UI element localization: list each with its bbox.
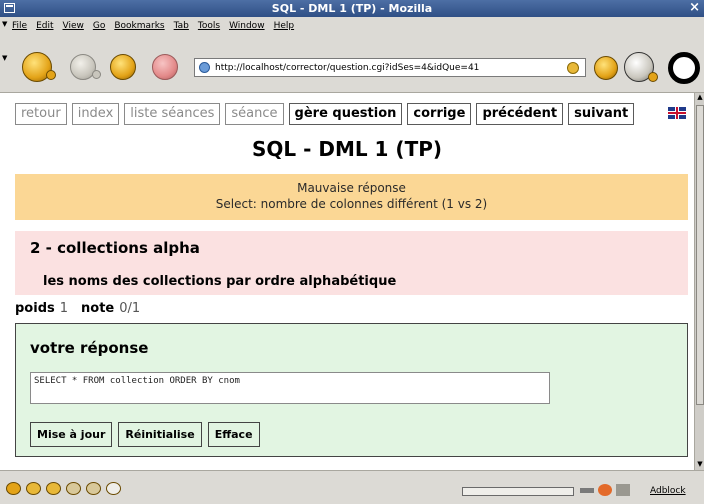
connection-icon [580,488,594,493]
answer-title: votre réponse [30,339,149,357]
nav-index-link[interactable]: index [71,103,120,125]
grade-label: note [81,301,115,316]
javascript-console-icon[interactable] [106,482,121,495]
reset-button[interactable]: Réinitialise [118,422,202,447]
menu-bar: ▼ File Edit View Go Bookmarks Tab Tools … [0,17,704,35]
menu-edit[interactable]: Edit [36,21,53,31]
page-nav: retour index liste séances séance gère q… [15,103,635,125]
cookie-icon[interactable] [598,484,612,496]
search-icon[interactable] [594,56,618,80]
forward-dropdown-icon[interactable] [92,70,101,79]
composer-icon[interactable] [46,482,61,495]
navigator-icon[interactable] [6,482,21,495]
scroll-down-icon[interactable]: ▼ [696,460,704,470]
window-title: SQL - DML 1 (TP) - Mozilla [271,2,433,15]
print-dropdown-icon[interactable] [648,72,658,82]
address-book-icon[interactable] [86,482,101,495]
chat-icon[interactable] [66,482,81,495]
progress-bar [462,487,574,496]
menubar-grip-icon: ▼ [2,20,8,28]
menu-tools[interactable]: Tools [198,21,220,31]
menu-help[interactable]: Help [274,21,295,31]
security-lock-icon[interactable] [616,484,630,496]
adblock-link[interactable]: Adblock [650,486,686,496]
nav-retour-link[interactable]: retour [15,103,67,125]
answer-box: votre réponse SELECT * FROM collection O… [15,323,688,457]
back-dropdown-icon[interactable] [46,70,56,80]
clear-button[interactable]: Efface [207,422,260,447]
grade-value: 0/1 [119,301,141,316]
page-content: retour index liste séances séance gère q… [0,93,694,470]
stop-icon[interactable] [152,54,178,80]
score-line: poids 1 note 0/1 [15,301,148,316]
weight-label: poids [15,301,55,316]
page-title: SQL - DML 1 (TP) [251,137,443,161]
site-icon [199,62,210,73]
url-bar[interactable]: http://localhost/corrector/question.cgi?… [194,58,586,77]
sql-answer-input[interactable]: SELECT * FROM collection ORDER BY cnom [30,372,550,404]
question-title: 2 - collections alpha [30,239,200,257]
scroll-up-icon[interactable]: ▲ [696,93,704,103]
window-close-button[interactable]: × [689,0,700,15]
url-text[interactable]: http://localhost/corrector/question.cgi?… [215,63,479,73]
menu-tab[interactable]: Tab [174,21,189,31]
toolbar-grip-icon: ▼ [2,54,8,62]
status-bar: Adblock [0,470,704,504]
nav-corrige-link[interactable]: corrige [407,103,472,125]
nav-suivant-link[interactable]: suivant [568,103,635,125]
url-dropdown-icon[interactable] [567,62,579,74]
mail-icon[interactable] [26,482,41,495]
menu-bookmarks[interactable]: Bookmarks [114,21,164,31]
english-flag-icon[interactable] [668,107,686,119]
menu-go[interactable]: Go [93,21,105,31]
question-description: les noms des collections par ordre alpha… [43,274,397,289]
menu-window[interactable]: Window [229,21,265,31]
feedback-banner: Mauvaise réponse Select: nombre de colon… [15,174,688,220]
scroll-thumb[interactable] [696,105,704,405]
nav-seance-link[interactable]: séance [225,103,284,125]
menu-file[interactable]: File [12,21,27,31]
nav-liste-seances-link[interactable]: liste séances [124,103,221,125]
question-box: 2 - collections alpha les noms des colle… [15,231,688,295]
nav-gere-question-link[interactable]: gère question [288,103,403,125]
reload-icon[interactable] [110,54,136,80]
nav-precedent-link[interactable]: précédent [476,103,564,125]
vertical-scrollbar[interactable]: ▲ ▼ [694,93,704,470]
throbber-icon [668,52,700,84]
feedback-status: Mauvaise réponse [297,181,406,195]
menu-view[interactable]: View [63,21,84,31]
weight-value: 1 [59,301,69,316]
update-button[interactable]: Mise à jour [30,422,113,447]
feedback-detail: Select: nombre de colonnes différent (1 … [215,197,488,211]
window-titlebar: SQL - DML 1 (TP) - Mozilla × [0,0,704,17]
